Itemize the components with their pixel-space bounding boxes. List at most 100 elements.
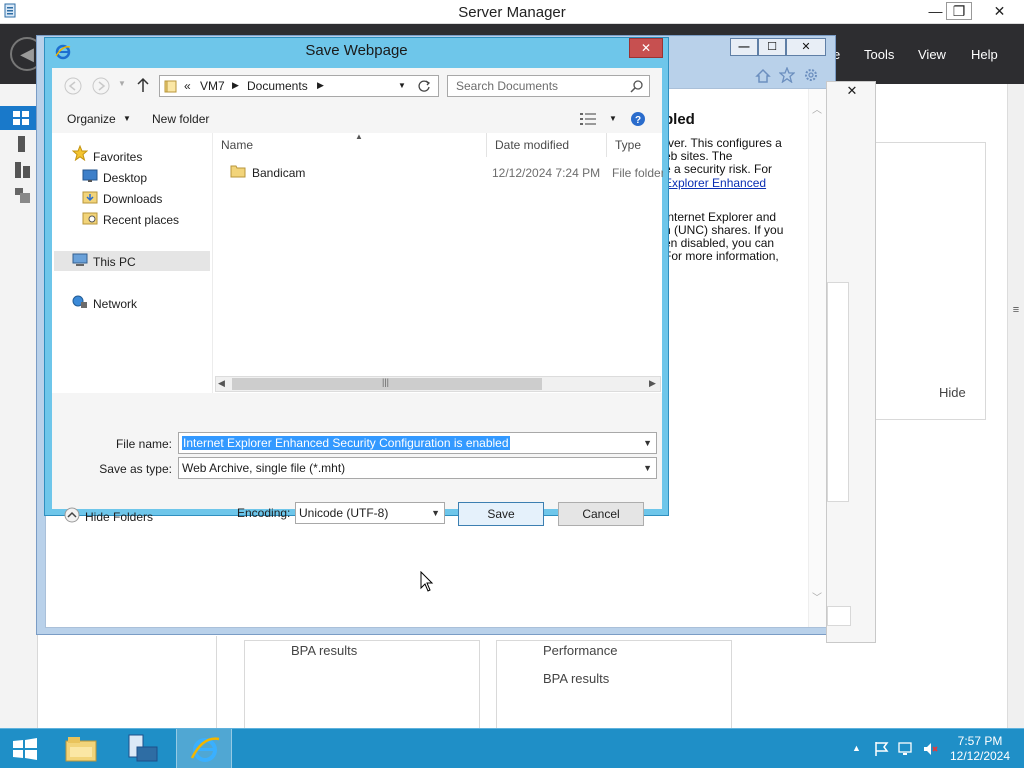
network-tray-icon[interactable] (898, 741, 914, 757)
view-dropdown-icon[interactable]: ▼ (609, 114, 617, 123)
new-folder-button[interactable]: New folder (152, 112, 209, 126)
welcome-panel: Hide (866, 142, 986, 420)
scroll-grip-icon: ||| (382, 377, 390, 387)
column-header-type[interactable]: Type (607, 133, 663, 157)
esc-close-button[interactable]: ✕ (835, 82, 869, 99)
tile-line[interactable]: BPA results (543, 671, 609, 686)
address-segment-documents[interactable]: Documents (247, 79, 308, 93)
nav-favorites[interactable]: Favorites (93, 150, 142, 164)
volume-muted-icon[interactable] (922, 741, 938, 757)
column-header-name[interactable]: ▲ Name (213, 132, 487, 157)
divider (216, 636, 217, 730)
ie-minimize-button[interactable]: — (730, 38, 758, 56)
favorites-star-icon[interactable] (779, 67, 795, 83)
encoding-value: Unicode (UTF-8) (299, 506, 389, 520)
encoding-select[interactable]: Unicode (UTF-8) ▼ (295, 502, 445, 524)
nav-desktop[interactable]: Desktop (103, 171, 147, 185)
tray-expand-icon[interactable]: ▲ (852, 743, 861, 753)
nav-recent-places[interactable]: Recent places (103, 213, 179, 227)
tile-line[interactable]: Performance (543, 643, 617, 658)
save-as-type-value: Web Archive, single file (*.mht) (182, 461, 346, 475)
address-overflow[interactable]: « (184, 79, 191, 93)
all-servers-icon[interactable] (14, 162, 32, 178)
server-manager-taskbar-button[interactable] (113, 729, 169, 768)
file-list: ▲ Name Date modified Type Bandicam 12/12… (212, 132, 663, 393)
scrollbar-grip-icon[interactable]: ≡ (1010, 304, 1022, 320)
role-tile-right[interactable]: Performance BPA results (496, 640, 732, 732)
forward-button-icon[interactable] (92, 77, 110, 95)
home-icon[interactable] (755, 68, 771, 84)
sm-close-button[interactable]: ✕ (983, 0, 1016, 22)
hide-folders-chevron-icon[interactable] (64, 507, 80, 523)
file-explorer-taskbar-button[interactable] (54, 729, 110, 768)
menu-tools[interactable]: Tools (864, 47, 894, 62)
save-button[interactable]: Save (458, 502, 544, 526)
cancel-button[interactable]: Cancel (558, 502, 644, 526)
menu-view[interactable]: View (918, 47, 946, 62)
internet-explorer-taskbar-button[interactable] (176, 729, 232, 768)
tile-line[interactable]: BPA results (291, 643, 357, 658)
internet-explorer-icon (190, 737, 220, 762)
dialog-body: ▼ « VM7 ▶ Documents ▶ ▼ Search Documents (52, 68, 663, 526)
windows-logo-icon (13, 738, 37, 760)
server-manager-icon (128, 734, 158, 762)
sm-maximize-button[interactable]: ❐ (946, 2, 972, 20)
address-segment-vm7[interactable]: VM7 (200, 79, 225, 93)
save-as-type-dropdown-icon[interactable]: ▼ (643, 458, 652, 478)
ie-close-button[interactable]: ✕ (786, 38, 826, 56)
local-server-icon[interactable] (14, 136, 32, 152)
back-button-icon[interactable] (64, 77, 82, 95)
file-explorer-icon (65, 737, 97, 762)
up-arrow-icon[interactable] (136, 77, 150, 93)
taskbar: ▲ 7:57 PM 12/12/2024 (0, 728, 1024, 768)
organize-menu[interactable]: Organize (67, 112, 116, 126)
view-options-icon[interactable] (580, 113, 596, 125)
settings-gear-icon[interactable] (803, 67, 819, 83)
help-icon[interactable]: ? (630, 111, 646, 127)
search-icon[interactable] (630, 79, 644, 93)
organize-chevron-icon[interactable]: ▼ (123, 114, 131, 123)
action-center-flag-icon[interactable] (874, 741, 890, 757)
taskbar-clock[interactable]: 7:57 PM 12/12/2024 (940, 734, 1020, 764)
nav-downloads[interactable]: Downloads (103, 192, 162, 206)
file-name-dropdown-icon[interactable]: ▼ (643, 433, 652, 453)
file-row[interactable]: Bandicam 12/12/2024 7:24 PM File folder (213, 161, 663, 183)
horizontal-scrollbar[interactable]: ◀ ||| ▶ (215, 376, 661, 392)
server-manager-title: Server Manager (458, 4, 566, 21)
search-placeholder: Search Documents (456, 79, 559, 93)
breadcrumb-chevron-icon[interactable]: ▶ (232, 80, 239, 91)
server-manager-scrollbar[interactable]: ≡ (1007, 84, 1024, 730)
start-button[interactable] (0, 729, 56, 768)
nav-network[interactable]: Network (93, 297, 137, 311)
recent-locations-chevron-icon[interactable]: ▼ (118, 79, 126, 88)
hide-link[interactable]: Hide (939, 385, 966, 400)
ie-esc-link[interactable]: Explorer Enhanced (664, 176, 766, 190)
encoding-dropdown-icon[interactable]: ▼ (431, 503, 440, 523)
scroll-left-icon[interactable]: ◀ (218, 378, 225, 389)
file-name-input[interactable]: Internet Explorer Enhanced Security Conf… (178, 432, 657, 454)
save-as-type-select[interactable]: Web Archive, single file (*.mht) ▼ (178, 457, 657, 479)
file-name[interactable]: Bandicam (252, 166, 305, 180)
address-dropdown-icon[interactable]: ▼ (398, 81, 406, 90)
hide-folders-button[interactable]: Hide Folders (85, 510, 153, 524)
refresh-icon[interactable] (417, 79, 431, 93)
file-services-icon[interactable] (14, 188, 32, 204)
menu-help[interactable]: Help (971, 47, 998, 62)
scroll-right-icon[interactable]: ▶ (649, 378, 656, 389)
breadcrumb-chevron-icon[interactable]: ▶ (317, 80, 324, 91)
scroll-down-icon[interactable]: ﹀ (812, 589, 822, 604)
file-name-value[interactable]: Internet Explorer Enhanced Security Conf… (182, 436, 510, 450)
ie-maximize-button[interactable]: ☐ (758, 38, 786, 56)
dialog-close-button[interactable]: ✕ (629, 38, 663, 58)
scroll-thumb[interactable]: ||| (232, 377, 542, 390)
nav-this-pc[interactable]: This PC (93, 255, 136, 269)
column-header-date[interactable]: Date modified (487, 133, 607, 157)
ie-scrollbar[interactable]: ︿ ﹀ (808, 89, 826, 627)
address-bar[interactable]: « VM7 ▶ Documents ▶ ▼ (159, 75, 439, 97)
search-input[interactable]: Search Documents (447, 75, 650, 97)
scroll-up-icon[interactable]: ︿ (812, 101, 822, 116)
dialog-title: Save Webpage (305, 42, 408, 59)
column-date-label: Date modified (495, 138, 570, 152)
role-tile-left[interactable]: BPA results (244, 640, 480, 732)
clock-time: 7:57 PM (957, 734, 1003, 748)
